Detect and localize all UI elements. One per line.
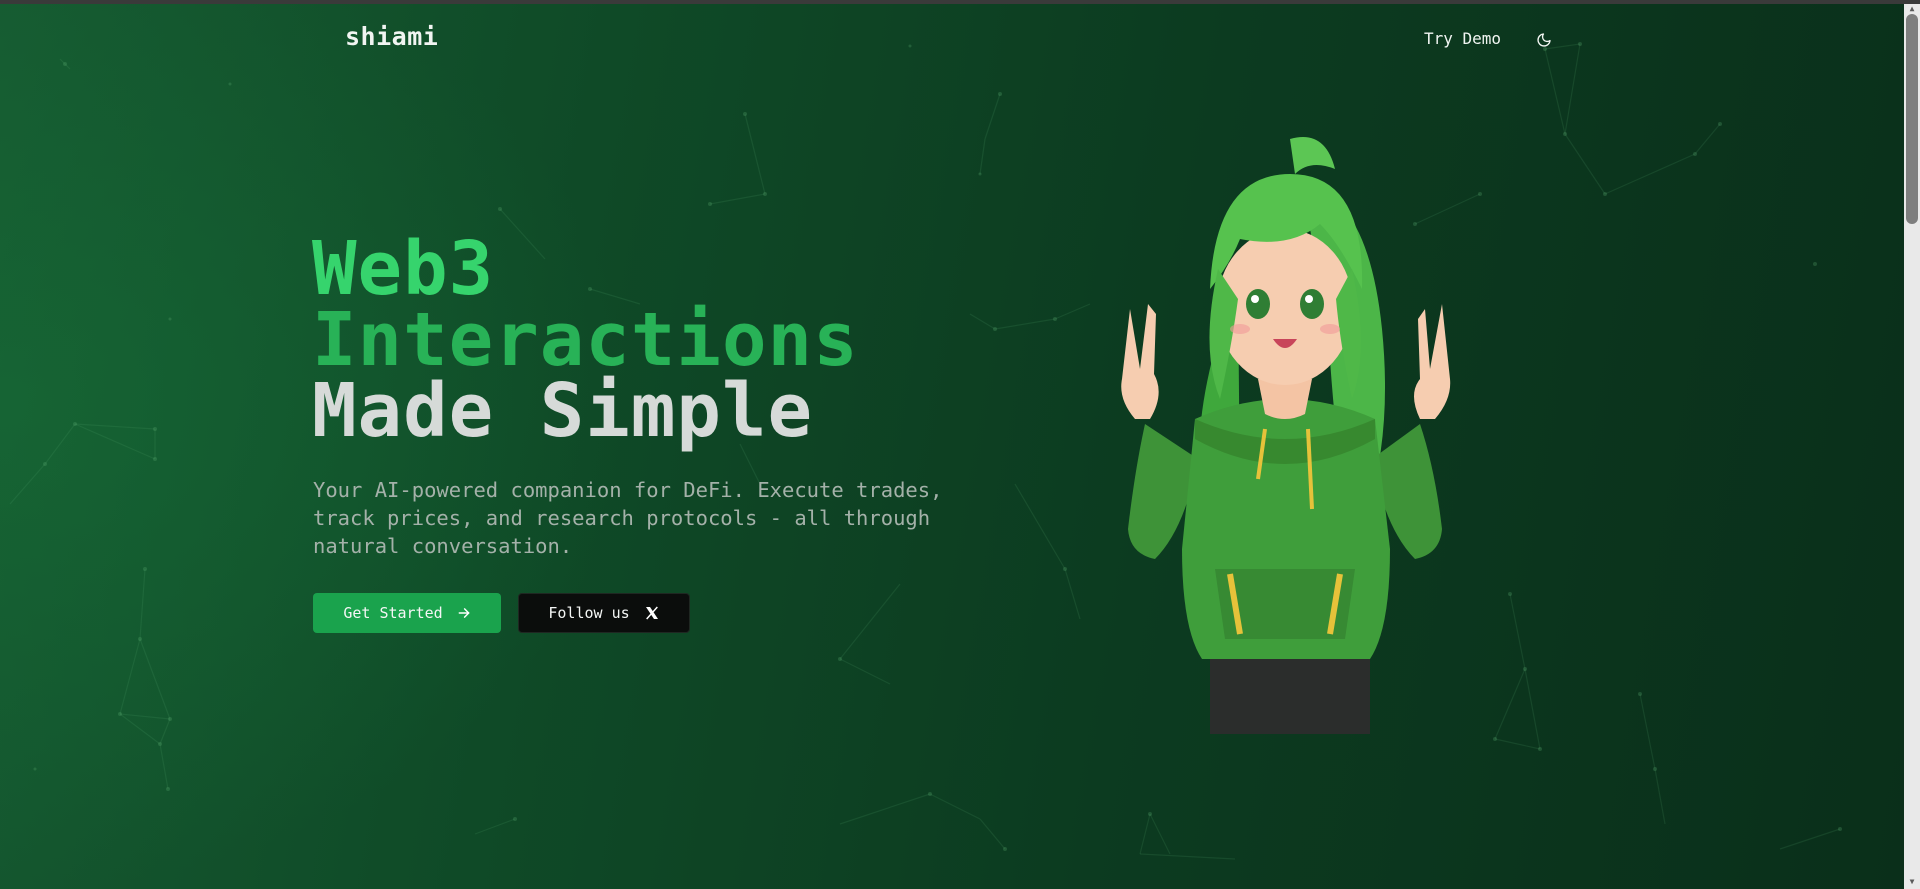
follow-us-label: Follow us — [548, 604, 630, 622]
hero-section: shiami Try Demo Web3 Interactions Made S… — [0, 4, 1904, 889]
scroll-up-arrow-icon[interactable]: ▲ — [1907, 5, 1917, 13]
x-logo-icon — [645, 606, 658, 620]
get-started-label: Get Started — [343, 604, 443, 622]
network-background — [9, 42, 1842, 860]
headline-line-2: Interactions — [312, 297, 859, 383]
try-demo-link[interactable]: Try Demo — [1424, 26, 1501, 52]
hero-subtitle: Your AI-powered companion for DeFi. Exec… — [313, 478, 943, 558]
hero-headline: Web3 Interactions Made Simple — [312, 226, 859, 454]
headline-line-3: Made Simple — [312, 368, 814, 454]
headline-line-1: Web3 — [312, 226, 495, 312]
brand-logo[interactable]: shiami — [345, 22, 438, 51]
follow-us-button[interactable]: Follow us — [518, 593, 690, 633]
theme-toggle-button[interactable] — [1532, 28, 1556, 52]
arrow-right-icon — [458, 608, 470, 618]
mascot-illustration — [1121, 137, 1451, 734]
get-started-button[interactable]: Get Started — [313, 593, 501, 633]
scroll-down-arrow-icon[interactable]: ▼ — [1907, 878, 1917, 886]
scrollbar-thumb[interactable] — [1906, 14, 1918, 224]
moon-icon — [1537, 33, 1551, 47]
